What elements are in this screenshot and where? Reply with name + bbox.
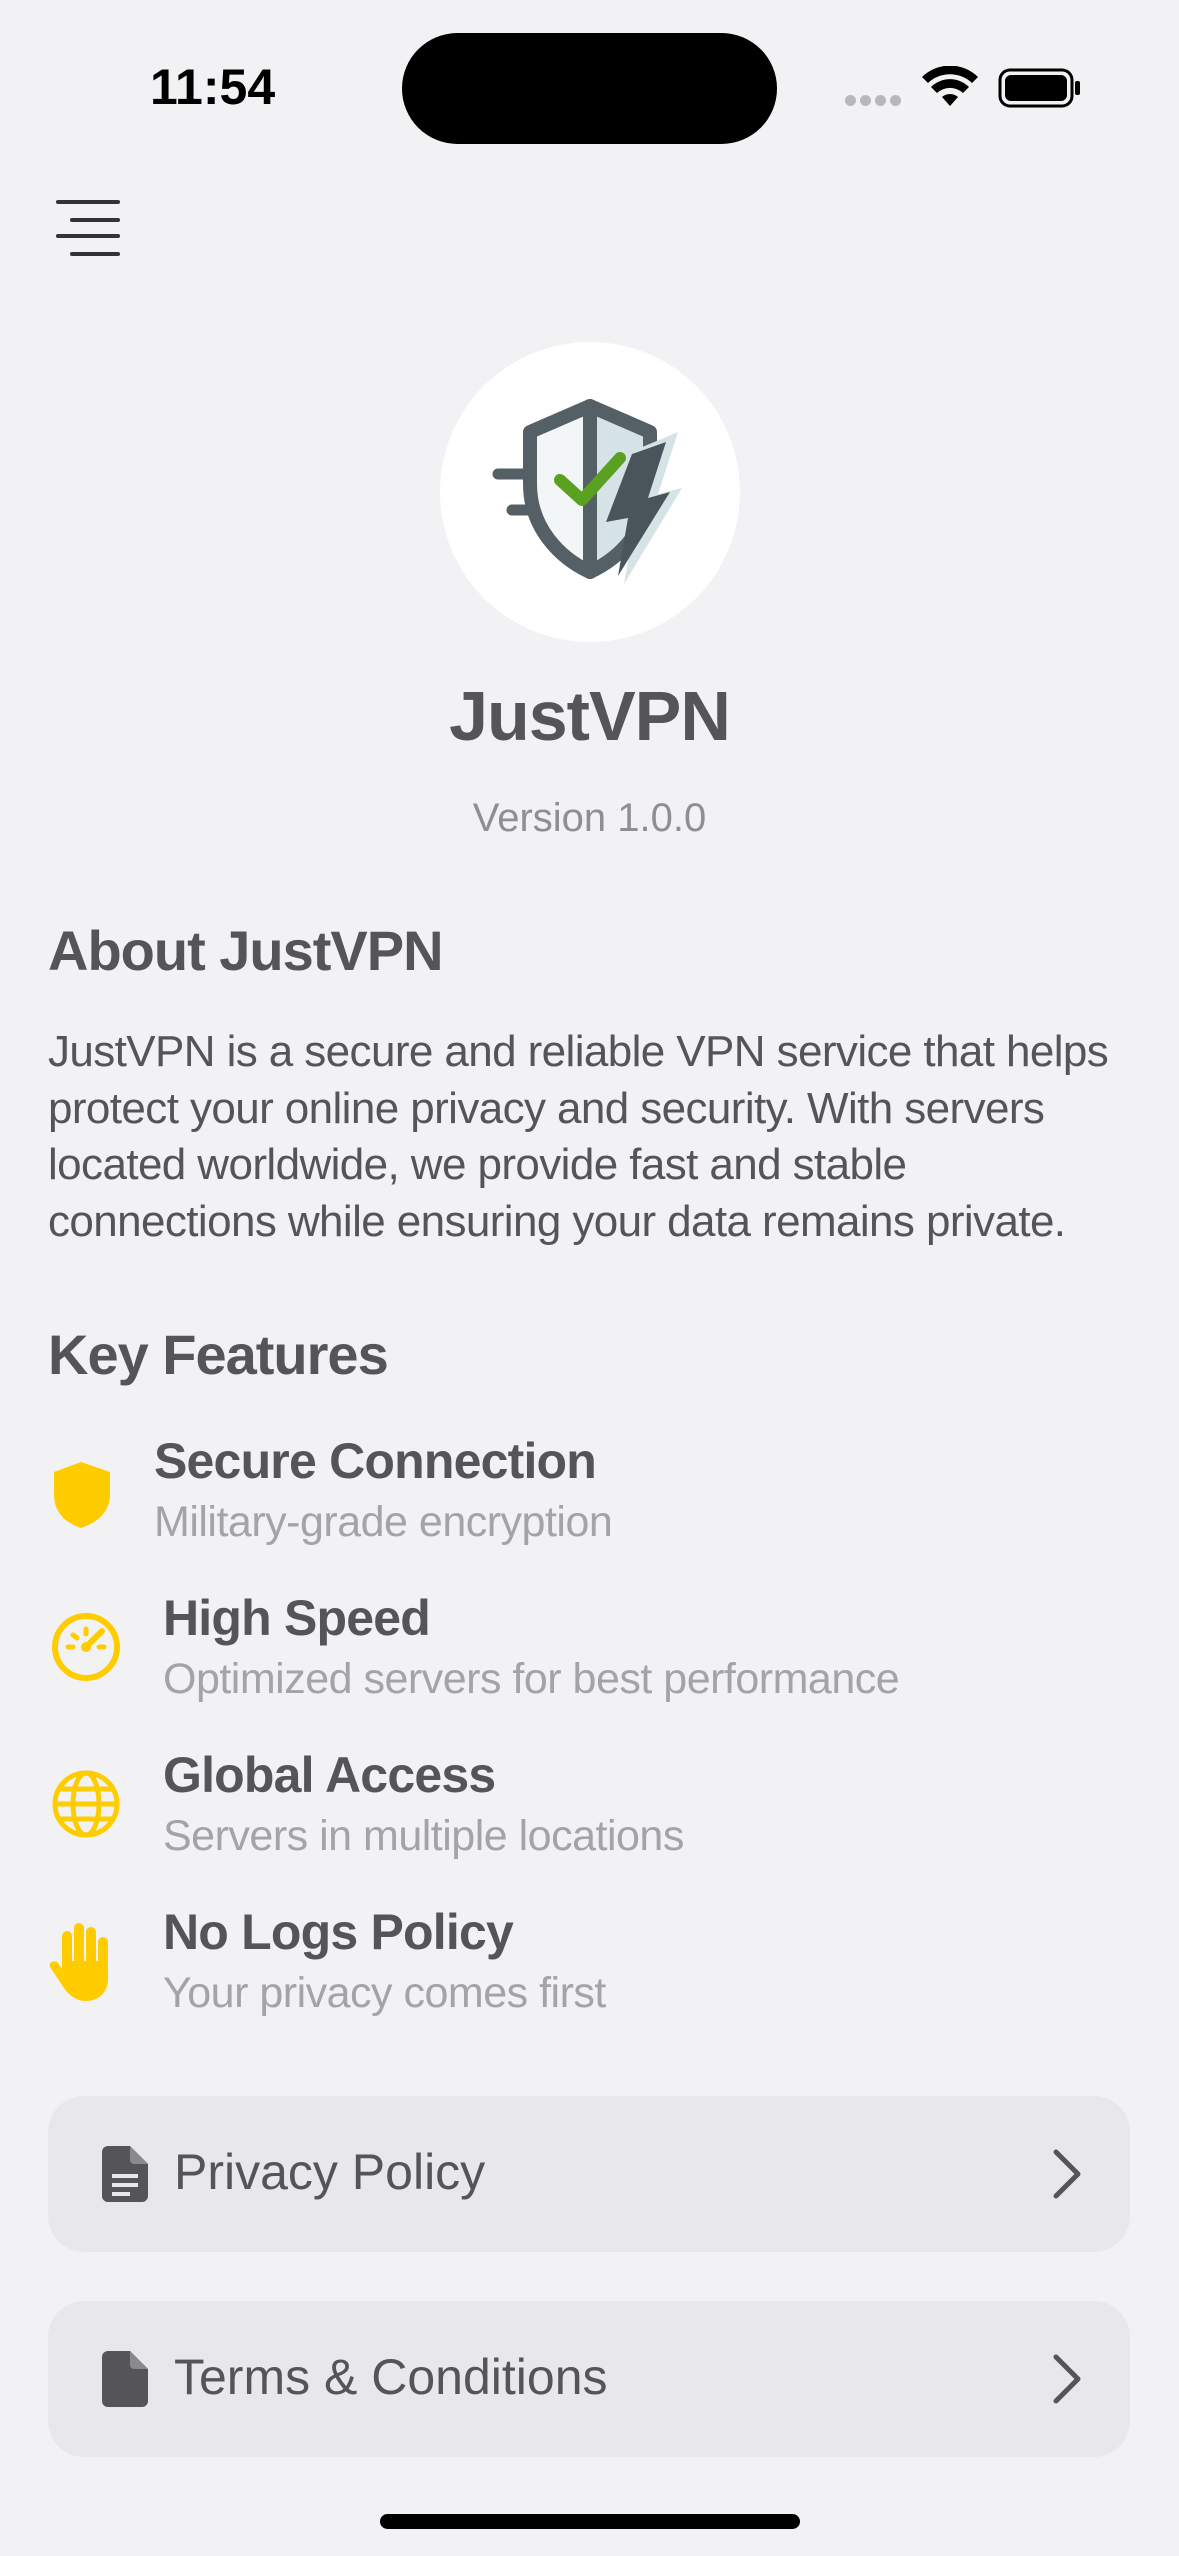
wifi-icon — [922, 66, 978, 106]
cellular-signal-icon — [845, 93, 905, 111]
document-icon — [102, 2351, 148, 2407]
feature-title: No Logs Policy — [163, 1904, 514, 1960]
feature-high-speed: High Speed Optimized servers for best pe… — [48, 1589, 1128, 1719]
app-name: JustVPN — [449, 677, 731, 755]
feature-subtitle: Optimized servers for best performance — [163, 1655, 900, 1703]
chevron-right-icon — [1053, 2354, 1081, 2404]
about-title: About JustVPN — [48, 919, 444, 982]
globe-icon — [52, 1770, 120, 1838]
chevron-right-icon — [1053, 2149, 1081, 2199]
app-version: Version 1.0.0 — [472, 796, 707, 840]
speedometer-icon — [52, 1613, 120, 1681]
privacy-policy-label: Privacy Policy — [174, 2144, 486, 2200]
about-description: JustVPN is a secure and reliable VPN ser… — [48, 1027, 1109, 1246]
feature-title: High Speed — [163, 1590, 431, 1646]
privacy-policy-button[interactable]: Privacy Policy — [48, 2096, 1130, 2252]
feature-title: Global Access — [163, 1747, 496, 1803]
about-screen: 11:54 JustVPN Version 1.0.0 About JustVP… — [0, 0, 1179, 2556]
terms-conditions-button[interactable]: Terms & Conditions — [48, 2301, 1130, 2457]
feature-title: Secure Connection — [154, 1433, 597, 1489]
hand-icon — [49, 1923, 108, 2001]
home-indicator[interactable] — [380, 2514, 800, 2529]
feature-subtitle: Your privacy comes first — [163, 1969, 606, 2017]
menu-button[interactable] — [52, 196, 124, 260]
terms-conditions-label: Terms & Conditions — [174, 2349, 608, 2405]
dynamic-island — [402, 33, 777, 144]
feature-no-logs-policy: No Logs Policy Your privacy comes first — [48, 1903, 1128, 2033]
feature-subtitle: Servers in multiple locations — [163, 1812, 684, 1860]
key-features-title: Key Features — [48, 1323, 389, 1386]
feature-secure-connection: Secure Connection Military-grade encrypt… — [48, 1432, 1128, 1562]
shield-check-bolt-icon — [492, 399, 682, 584]
app-logo — [440, 342, 740, 642]
feature-global-access: Global Access Servers in multiple locati… — [48, 1746, 1128, 1876]
shield-icon — [54, 1462, 110, 1528]
battery-icon — [998, 68, 1080, 108]
document-text-icon — [102, 2146, 148, 2202]
status-time: 11:54 — [150, 59, 276, 115]
feature-subtitle: Military-grade encryption — [154, 1498, 613, 1546]
